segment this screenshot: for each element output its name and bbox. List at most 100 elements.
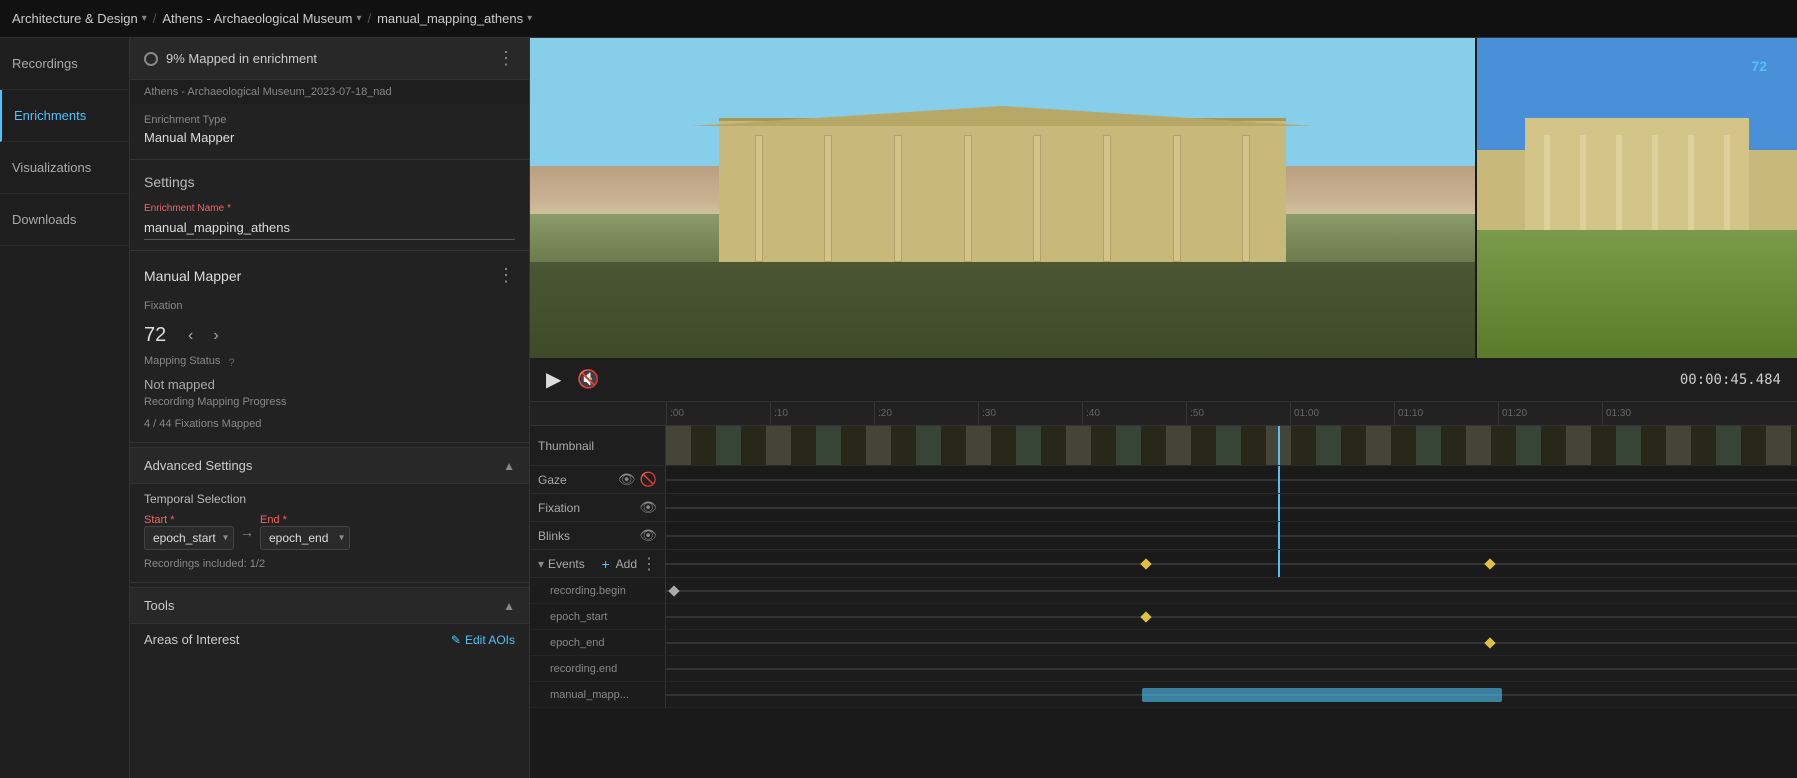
sub-event-epoch-end: epoch_end xyxy=(530,630,1797,656)
mapping-status-label: Mapping Status xyxy=(144,355,220,367)
chevron-down-icon-1: ▾ xyxy=(142,13,147,24)
events-settings-icon[interactable]: ⋮ xyxy=(641,554,657,574)
mapping-status-row: Mapping Status ? xyxy=(130,351,529,375)
enrichment-name-field-label: Enrichment Name * xyxy=(130,194,529,216)
museum-col xyxy=(1242,135,1250,262)
tools-title: Tools xyxy=(144,598,503,613)
ruler-mark-3: :30 xyxy=(978,402,1082,425)
video-reference: 72 xyxy=(1477,38,1797,358)
track-label-blinks: Blinks 👁 xyxy=(530,522,666,549)
fixation-content[interactable] xyxy=(666,494,1797,521)
breadcrumb-architecture[interactable]: Architecture & Design ▾ xyxy=(12,11,147,26)
sub-event-label-recording-end: recording.end xyxy=(530,656,666,681)
chevron-down-icon-2: ▾ xyxy=(356,13,361,24)
events-expand-icon[interactable]: ▾ xyxy=(538,557,544,571)
museum-roof xyxy=(691,106,1315,126)
ruler-mark-0: :00 xyxy=(666,402,770,425)
track-gaze: Gaze 👁 🚫 xyxy=(530,466,1797,494)
top-bar: Architecture & Design ▾ / Athens - Archa… xyxy=(0,0,1797,38)
aoi-row: Areas of Interest ✎ Edit AOIs xyxy=(130,624,529,655)
events-add-icon[interactable]: + xyxy=(601,556,609,572)
prev-fixation-button[interactable]: ‹ xyxy=(182,325,199,347)
museum-col xyxy=(1033,135,1041,262)
manual-mapper-header: Manual Mapper ⋮ xyxy=(130,255,529,296)
divider-1 xyxy=(130,159,529,160)
add-label: Add xyxy=(616,557,637,571)
more-options-icon[interactable]: ⋮ xyxy=(497,48,515,69)
ruler-mark-7: 01:10 xyxy=(1394,402,1498,425)
blinks-content[interactable] xyxy=(666,522,1797,549)
sidebar-item-downloads[interactable]: Downloads xyxy=(0,194,129,246)
vr-col xyxy=(1580,135,1586,230)
play-button[interactable]: ▶ xyxy=(546,367,561,392)
recording-end-label: recording.end xyxy=(550,663,617,675)
thumbnail-label: Thumbnail xyxy=(538,439,657,453)
epoch-end-label: epoch_end xyxy=(550,637,604,649)
fixation-eye-icon[interactable]: 👁 xyxy=(639,499,657,516)
settings-panel: 9% Mapped in enrichment ⋮ Athens - Archa… xyxy=(130,38,530,778)
blinks-label: Blinks xyxy=(538,529,635,543)
temporal-selection-label: Temporal Selection xyxy=(130,484,529,510)
timeline-ruler: :00 :10 :20 :30 :40 :50 01:00 01:10 01:2… xyxy=(530,402,1797,426)
left-sidebar: Recordings Enrichments Visualizations Do… xyxy=(0,38,130,778)
sidebar-item-recordings[interactable]: Recordings xyxy=(0,38,129,90)
event-diamond-2 xyxy=(1484,558,1495,569)
gaze-content[interactable] xyxy=(666,466,1797,493)
start-select[interactable]: epoch_start xyxy=(144,526,234,550)
sub-event-content-epoch-end[interactable] xyxy=(666,630,1797,655)
gaze-line xyxy=(666,479,1797,481)
ruler-mark-2: :20 xyxy=(874,402,978,425)
sub-event-label-epoch-start: epoch_start xyxy=(530,604,666,629)
enrichment-type-section: Enrichment Type Manual Mapper xyxy=(130,104,529,155)
sub-event-content-recording-end[interactable] xyxy=(666,656,1797,681)
sub-event-content-recording-begin[interactable] xyxy=(666,578,1797,603)
mute-button[interactable]: 🔇 xyxy=(577,369,599,390)
recording-begin-diamond xyxy=(668,585,679,596)
thumbnail-content[interactable] xyxy=(666,426,1797,465)
progress-label: Recording Mapping Progress xyxy=(144,396,286,408)
sidebar-item-visualizations[interactable]: Visualizations xyxy=(0,142,129,194)
mapper-more-icon[interactable]: ⋮ xyxy=(497,265,515,286)
recording-end-line xyxy=(666,668,1797,670)
collapse-icon: ▲ xyxy=(503,459,515,473)
ruler-mark-6: 01:00 xyxy=(1290,402,1394,425)
breadcrumb-label-1: Architecture & Design xyxy=(12,11,138,26)
fixation-label: Fixation xyxy=(144,300,183,312)
museum-building-main xyxy=(719,118,1286,262)
museum-col xyxy=(894,135,902,262)
track-thumbnail: Thumbnail xyxy=(530,426,1797,466)
gaze-eye-icon[interactable]: 👁 xyxy=(618,471,636,488)
breadcrumb-mapping[interactable]: manual_mapping_athens ▾ xyxy=(377,11,532,26)
vr-col xyxy=(1544,135,1550,230)
vr-col xyxy=(1652,135,1658,230)
next-fixation-button[interactable]: › xyxy=(207,325,224,347)
track-events: ▾ Events + Add ⋮ xyxy=(530,550,1797,578)
sidebar-item-enrichments[interactable]: Enrichments xyxy=(0,90,129,142)
start-field-group: Start * epoch_start xyxy=(144,514,234,550)
sub-event-recording-end: recording.end xyxy=(530,656,1797,682)
fixation-number-overlay: 72 xyxy=(1751,58,1767,74)
events-line xyxy=(666,563,1797,565)
breadcrumb-museum[interactable]: Athens - Archaeological Museum ▾ xyxy=(162,11,361,26)
events-content[interactable] xyxy=(666,550,1797,577)
main-layout: Recordings Enrichments Visualizations Do… xyxy=(0,38,1797,778)
video-main xyxy=(530,38,1477,358)
mapping-bar xyxy=(1142,688,1502,702)
end-select[interactable]: epoch_end xyxy=(260,526,350,550)
tools-header[interactable]: Tools ▲ xyxy=(130,587,529,624)
sub-event-content-epoch-start[interactable] xyxy=(666,604,1797,629)
ruler-mark-1: :10 xyxy=(770,402,874,425)
end-field-group: End * epoch_end xyxy=(260,514,350,550)
panel-header: 9% Mapped in enrichment ⋮ xyxy=(130,38,529,80)
sub-event-content-manual-mapping[interactable] xyxy=(666,682,1797,707)
enrichment-name-input[interactable] xyxy=(144,216,515,240)
fixation-number: 72 xyxy=(144,324,174,347)
blinks-eye-icon[interactable]: 👁 xyxy=(639,527,657,544)
breadcrumb-separator-2: / xyxy=(367,11,371,26)
settings-title: Settings xyxy=(130,164,529,194)
track-label-gaze: Gaze 👁 🚫 xyxy=(530,466,666,493)
edit-aoi-button[interactable]: ✎ Edit AOIs xyxy=(451,633,515,647)
museum-col xyxy=(824,135,832,262)
advanced-settings-header[interactable]: Advanced Settings ▲ xyxy=(130,447,529,484)
gaze-eye-closed-icon[interactable]: 🚫 xyxy=(640,471,657,488)
